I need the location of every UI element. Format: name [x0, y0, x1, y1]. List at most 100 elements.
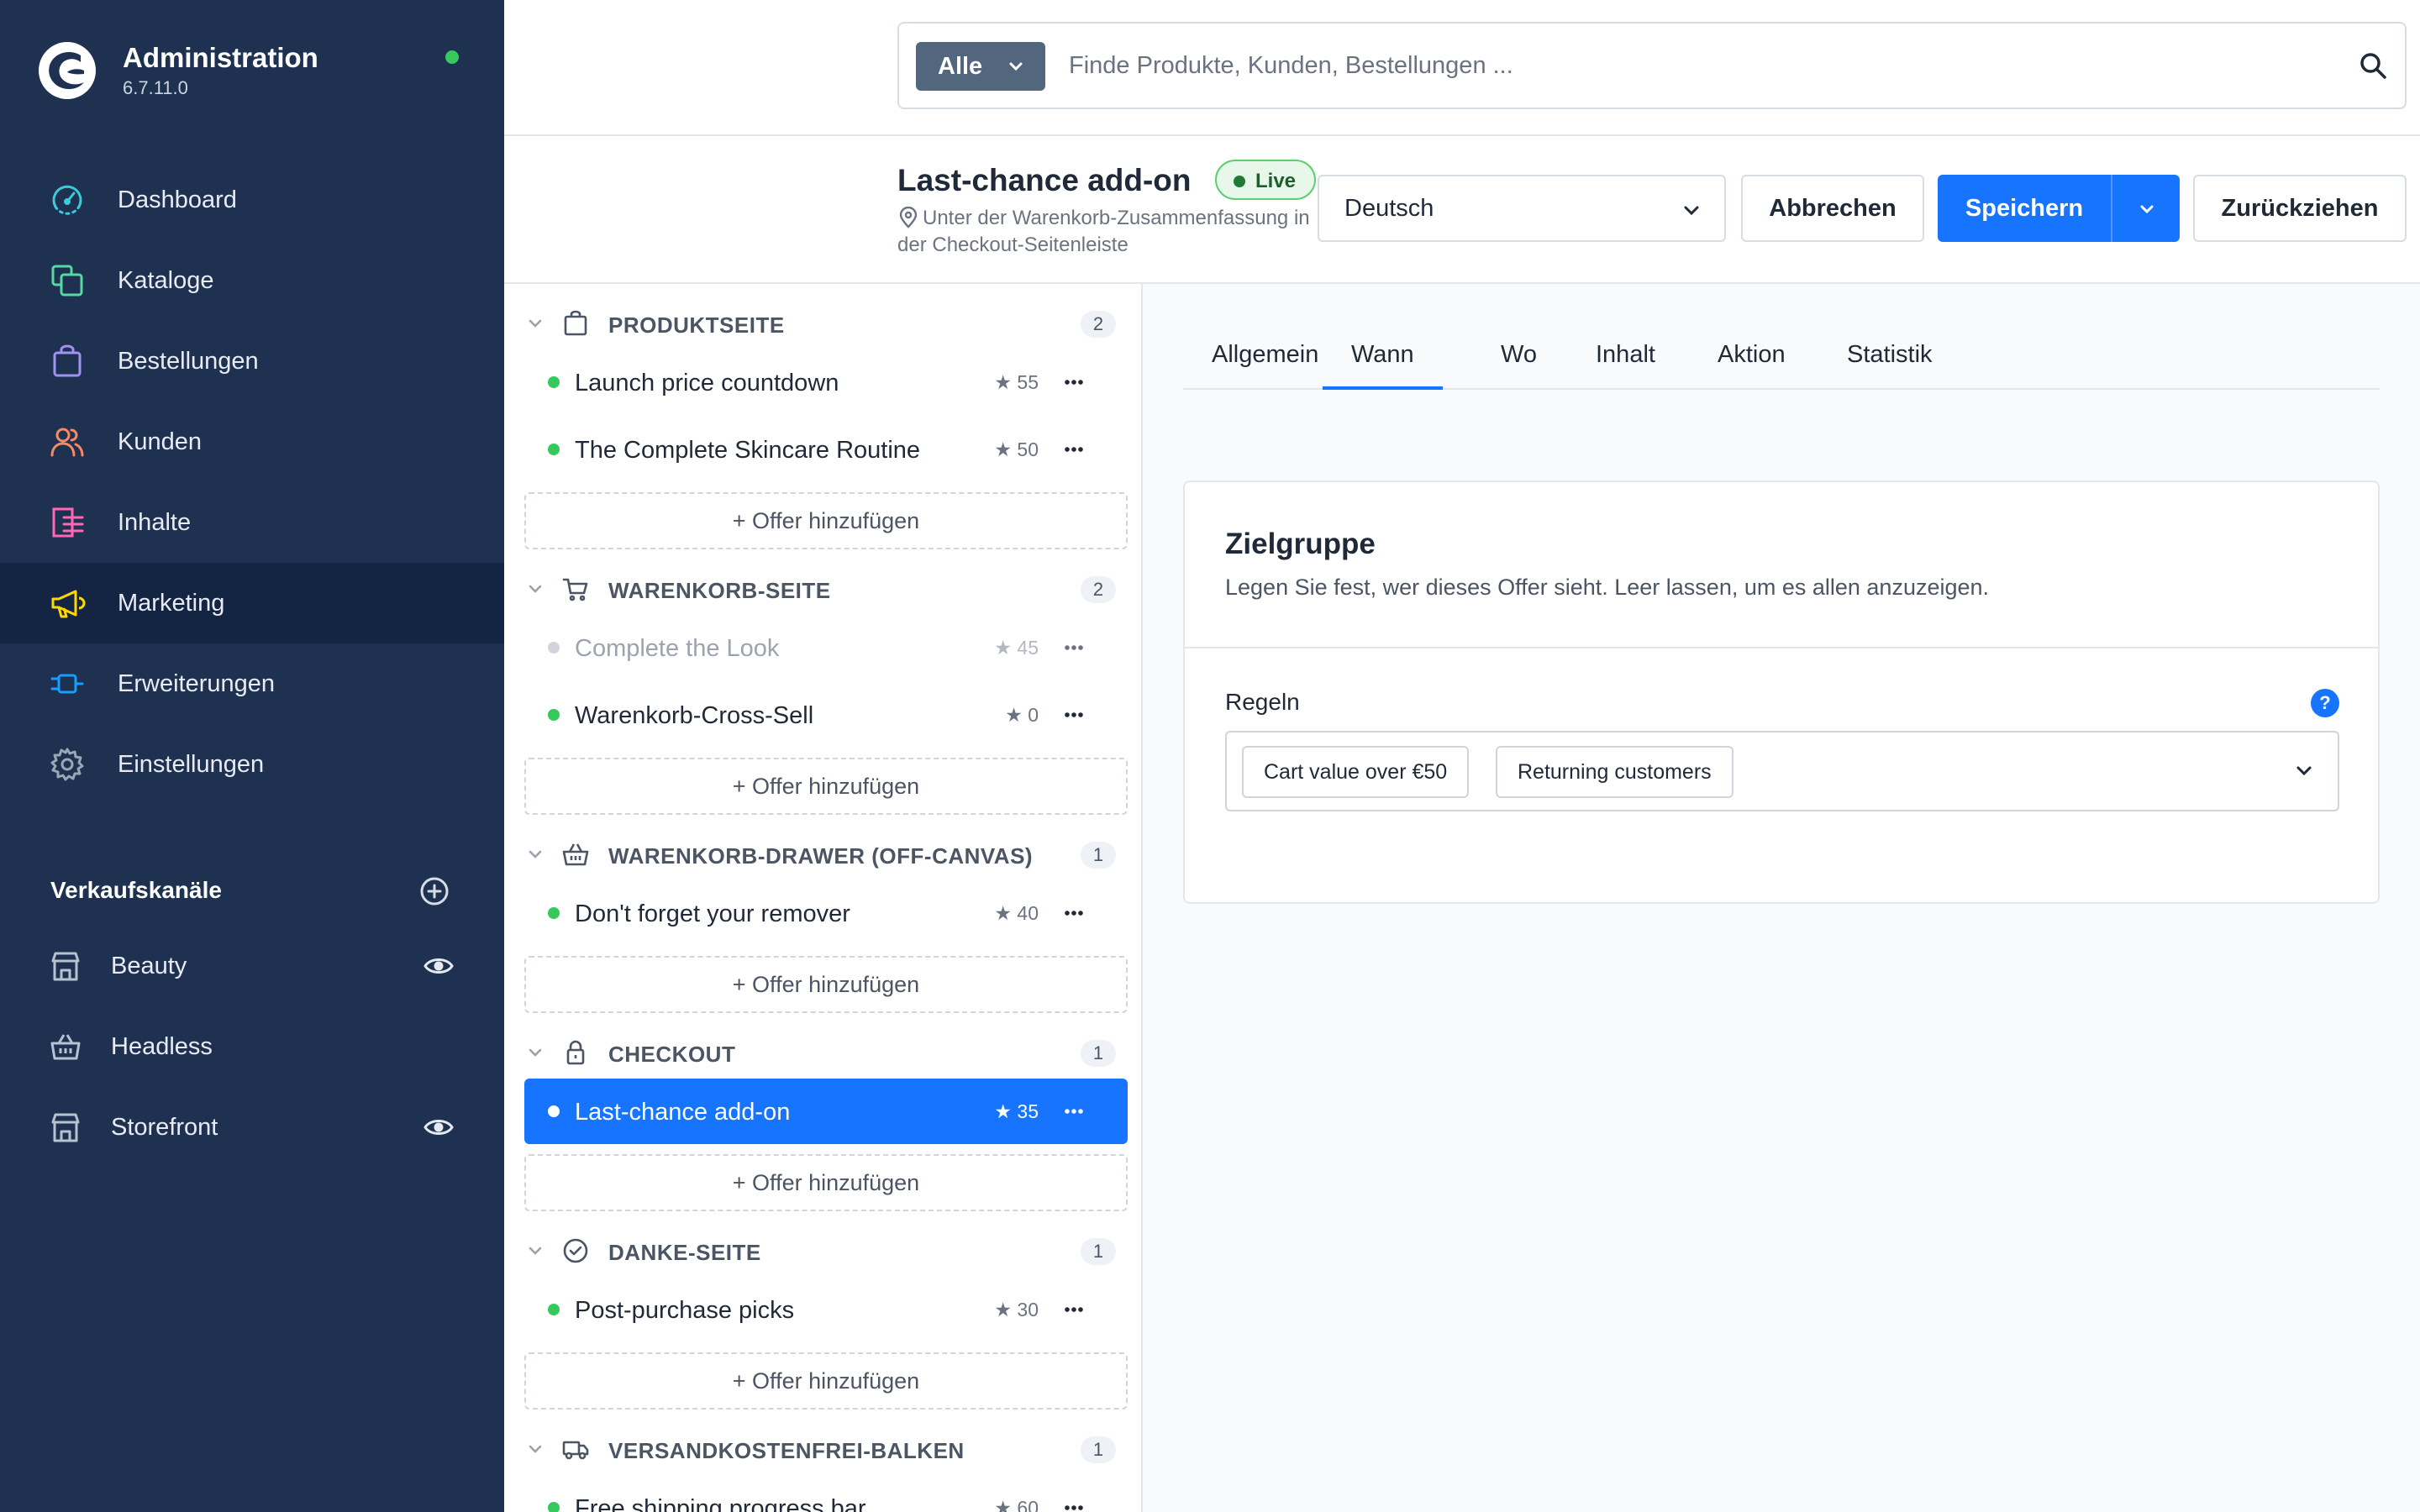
- chevron-down-icon[interactable]: [2291, 758, 2317, 785]
- chevron-down-icon[interactable]: [524, 843, 546, 865]
- tab-inhalt[interactable]: Inhalt: [1596, 341, 1655, 390]
- top-bar: Alle Finde Produkte, Kunden, Bestellunge…: [504, 0, 2420, 136]
- check-circle-icon: [563, 1238, 588, 1263]
- location-pin-icon: [899, 207, 918, 228]
- cancel-button[interactable]: Abbrechen: [1741, 175, 1924, 242]
- offer-priority: ★ 40: [994, 902, 1039, 924]
- nav-item-bestellungen[interactable]: Bestellungen: [0, 321, 504, 402]
- tab-aktion[interactable]: Aktion: [1718, 341, 1786, 390]
- more-options-icon[interactable]: [1057, 633, 1091, 662]
- offer-item[interactable]: Warenkorb-Cross-Sell ★ 0: [524, 682, 1128, 748]
- nav-label: Einstellungen: [118, 750, 265, 778]
- offer-item[interactable]: Don't forget your remover ★ 40: [524, 880, 1128, 946]
- offer-name: Free shipping progress bar: [575, 1495, 866, 1512]
- group-header-danke-seite[interactable]: DANKE-SEITE 1: [524, 1228, 1129, 1275]
- save-button-group: Speichern: [1938, 175, 2180, 242]
- add-offer-button[interactable]: + Offer hinzufügen: [524, 1154, 1128, 1211]
- offer-item[interactable]: The Complete Skincare Routine ★ 50: [524, 417, 1128, 482]
- tab-wann[interactable]: Wann: [1323, 341, 1443, 390]
- offer-item[interactable]: Post-purchase picks ★ 30: [524, 1277, 1128, 1342]
- offer-priority: ★ 45: [994, 637, 1039, 659]
- group-title: VERSANDKOSTENFREI-BALKEN: [608, 1438, 965, 1463]
- more-options-icon[interactable]: [1057, 435, 1091, 464]
- more-options-icon[interactable]: [1057, 368, 1091, 396]
- catalog-icon: [49, 262, 86, 299]
- nav-item-kunden[interactable]: Kunden: [0, 402, 504, 482]
- add-offer-button[interactable]: + Offer hinzufügen: [524, 492, 1128, 549]
- group-count-badge: 1: [1081, 842, 1116, 869]
- offer-name: Warenkorb-Cross-Sell: [575, 702, 814, 729]
- customers-icon: [49, 423, 86, 460]
- chevron-down-icon[interactable]: [524, 1438, 546, 1460]
- search-scope-select[interactable]: Alle: [916, 42, 1045, 91]
- nav-item-kataloge[interactable]: Kataloge: [0, 240, 504, 321]
- group-header-checkout[interactable]: CHECKOUT 1: [524, 1030, 1129, 1077]
- offer-item[interactable]: Launch price countdown ★ 55: [524, 349, 1128, 415]
- more-options-icon[interactable]: [1057, 701, 1091, 729]
- truck-icon: [562, 1441, 589, 1460]
- help-icon[interactable]: ?: [2311, 689, 2339, 717]
- eye-icon[interactable]: [424, 953, 454, 979]
- sales-channel-beauty[interactable]: Beauty: [49, 941, 460, 991]
- save-button[interactable]: Speichern: [1938, 175, 2111, 242]
- offer-status-dot: [548, 907, 560, 919]
- add-circle-icon[interactable]: [418, 875, 450, 907]
- offer-status-dot: [548, 1304, 560, 1315]
- chevron-down-icon[interactable]: [524, 1240, 546, 1262]
- sales-channel-headless[interactable]: Headless: [49, 1021, 460, 1072]
- add-offer-button[interactable]: + Offer hinzufügen: [524, 956, 1128, 1013]
- global-search[interactable]: Alle Finde Produkte, Kunden, Bestellunge…: [897, 22, 2407, 109]
- offer-item[interactable]: Free shipping progress bar ★ 60: [524, 1475, 1128, 1512]
- group-count-badge: 1: [1081, 1436, 1116, 1463]
- nav-item-marketing[interactable]: Marketing: [0, 563, 504, 643]
- group-header-produktseite[interactable]: PRODUKTSEITE 2: [524, 301, 1129, 348]
- group-header-warenkorb-drawer[interactable]: WARENKORB-DRAWER (OFF-CANVAS) 1: [524, 832, 1129, 879]
- rule-chip[interactable]: Returning customers: [1496, 746, 1733, 798]
- group-title: WARENKORB-SEITE: [608, 578, 831, 603]
- chevron-down-icon[interactable]: [524, 312, 546, 334]
- sales-channel-storefront[interactable]: Storefront: [49, 1102, 460, 1152]
- offer-name: Launch price countdown: [575, 370, 839, 396]
- more-options-icon[interactable]: [1057, 1097, 1091, 1126]
- sales-channels-header: Verkaufskanäle: [50, 872, 454, 911]
- offer-name: Complete the Look: [575, 635, 780, 662]
- more-options-icon[interactable]: [1057, 1295, 1091, 1324]
- tab-allgemein[interactable]: Allgemein: [1212, 341, 1318, 390]
- save-options-button[interactable]: [2111, 175, 2180, 242]
- chevron-down-icon: [2140, 205, 2154, 214]
- page-subtitle-text: Unter der Warenkorb-Zusammenfassung in d…: [897, 207, 1310, 256]
- tab-wo[interactable]: Wo: [1501, 341, 1537, 390]
- more-options-icon[interactable]: [1057, 899, 1091, 927]
- offer-item[interactable]: Complete the Look ★ 45: [524, 615, 1128, 680]
- group-header-versandkostenfrei[interactable]: VERSANDKOSTENFREI-BALKEN 1: [524, 1426, 1129, 1473]
- brand: Administration 6.7.11.0: [37, 40, 466, 102]
- nav-label: Erweiterungen: [118, 669, 275, 697]
- settings-icon: [49, 746, 86, 783]
- tab-statistik[interactable]: Statistik: [1847, 341, 1933, 390]
- offer-priority: ★ 50: [994, 438, 1039, 460]
- rules-multiselect[interactable]: Cart value over €50 Returning customers: [1225, 731, 2339, 811]
- add-offer-button[interactable]: + Offer hinzufügen: [524, 758, 1128, 815]
- withdraw-button[interactable]: Zurückziehen: [2193, 175, 2407, 242]
- language-select[interactable]: Deutsch: [1318, 175, 1726, 242]
- shopware-logo-icon: [39, 42, 96, 99]
- nav-item-inhalte[interactable]: Inhalte: [0, 482, 504, 563]
- chevron-down-icon[interactable]: [524, 1042, 546, 1063]
- group-title: WARENKORB-DRAWER (OFF-CANVAS): [608, 843, 1034, 869]
- nav-item-dashboard[interactable]: Dashboard: [0, 160, 504, 240]
- offer-item-selected[interactable]: Last-chance add-on ★ 35: [524, 1079, 1128, 1144]
- more-options-icon[interactable]: [1057, 1494, 1091, 1512]
- storefront-icon: [51, 952, 80, 981]
- add-offer-button[interactable]: + Offer hinzufügen: [524, 1352, 1128, 1410]
- basket-icon: [50, 1034, 81, 1060]
- nav-item-einstellungen[interactable]: Einstellungen: [0, 724, 504, 805]
- offer-priority: ★ 60: [994, 1497, 1039, 1512]
- detail-tabs: Allgemein Wann Wo Inhalt Aktion Statisti…: [1183, 326, 2380, 390]
- search-icon[interactable]: [2356, 49, 2390, 82]
- search-input[interactable]: Finde Produkte, Kunden, Bestellungen ...: [1069, 52, 1513, 80]
- chevron-down-icon[interactable]: [524, 578, 546, 600]
- eye-icon[interactable]: [424, 1114, 454, 1141]
- group-header-warenkorb-seite[interactable]: WARENKORB-SEITE 2: [524, 566, 1129, 613]
- nav-item-erweiterungen[interactable]: Erweiterungen: [0, 643, 504, 724]
- rule-chip[interactable]: Cart value over €50: [1242, 746, 1470, 798]
